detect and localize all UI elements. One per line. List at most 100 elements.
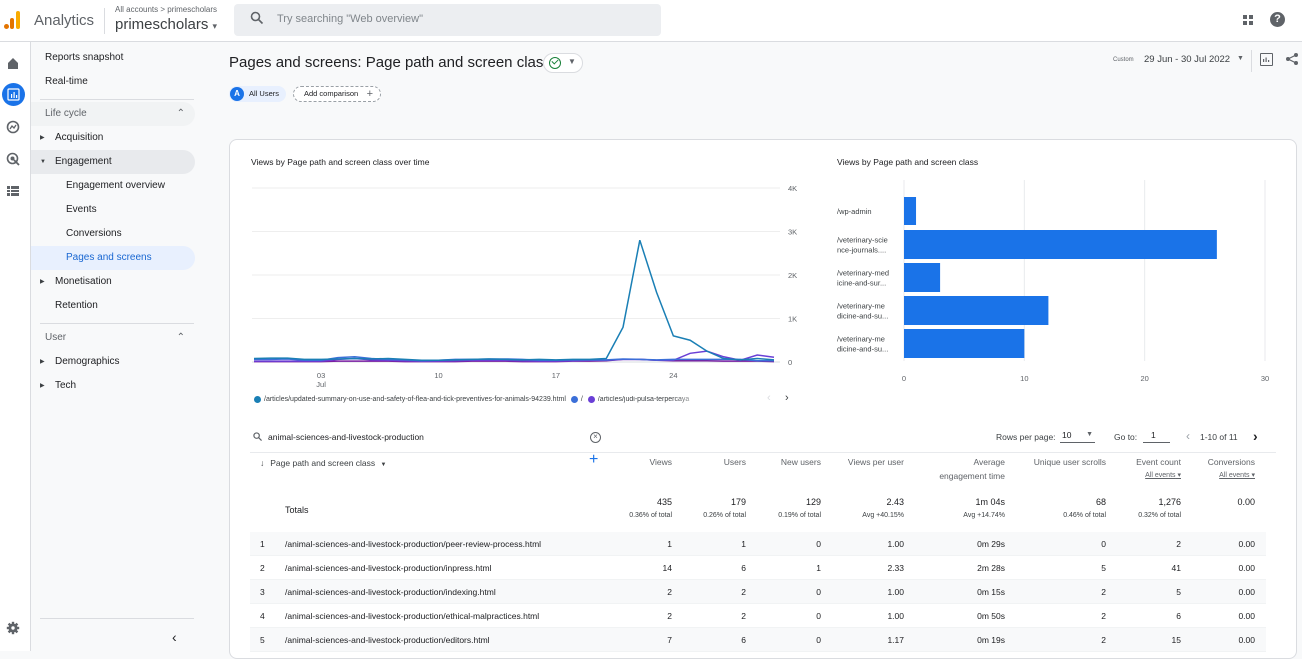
table-row[interactable]: 5/animal-sciences-and-livestock-producti… (250, 628, 1266, 652)
dimension-header[interactable]: ↓ Page path and screen class ▼ (260, 458, 386, 468)
advertising-icon[interactable] (6, 152, 20, 166)
nav-reports-snapshot[interactable]: Reports snapshot (31, 46, 195, 70)
bar[interactable] (904, 296, 1049, 325)
nav-monetisation[interactable]: ▶ Monetisation (31, 270, 195, 294)
add-dimension-button[interactable]: + (589, 451, 598, 469)
segment-label: All Users (249, 89, 280, 98)
reports-icon[interactable] (2, 83, 25, 106)
metric-cell: 2 (1176, 539, 1181, 549)
page-path-cell[interactable]: /animal-sciences-and-livestock-productio… (285, 604, 539, 628)
nav-retention[interactable]: Retention (31, 294, 195, 318)
column-header[interactable]: Views per user (848, 455, 904, 469)
collapse-nav-button[interactable]: ‹ (172, 629, 177, 645)
total-value: 2.43 (886, 497, 904, 507)
plus-icon: + (366, 88, 373, 100)
nav-acquisition[interactable]: ▶ Acquisition (31, 126, 195, 150)
settings-icon[interactable] (6, 621, 20, 635)
page-title: Pages and screens: Page path and screen … (229, 54, 551, 71)
chevron-down-icon[interactable]: ▼ (1237, 55, 1244, 62)
nav-tech[interactable]: ▶ Tech (31, 374, 195, 398)
segment-chip[interactable]: A All Users (229, 86, 287, 102)
nav-conversions[interactable]: Conversions (31, 222, 195, 246)
metric-cell: 0 (816, 611, 821, 621)
metric-cell: 0 (1101, 539, 1106, 549)
section-label: Life cycle (45, 108, 87, 119)
add-comparison-button[interactable]: Add comparison + (293, 86, 381, 102)
series-line-0[interactable] (253, 239, 775, 362)
bar[interactable] (904, 329, 1025, 358)
column-header[interactable]: New users (781, 455, 821, 469)
column-header[interactable]: Views (649, 455, 672, 469)
totals-label: Totals (285, 505, 309, 515)
table-search-input[interactable]: animal-sciences-and-livestock-production (268, 432, 424, 442)
bar[interactable] (904, 197, 917, 225)
configure-icon[interactable] (6, 184, 20, 198)
account-picker[interactable]: primescholars ▾ (115, 16, 217, 33)
nav-engagement-overview[interactable]: Engagement overview (31, 174, 195, 198)
legend-item[interactable]: /articles/updated-summary-on-use-and-saf… (254, 396, 566, 403)
x-tick-label: 10 (1020, 374, 1028, 383)
nav-demographics[interactable]: ▶ Demographics (31, 350, 195, 374)
date-range-picker[interactable]: 29 Jun - 30 Jul 2022 (1144, 54, 1230, 65)
column-header[interactable]: Unique user scrolls (1034, 455, 1106, 469)
nav-section-user[interactable]: User ⌃ (31, 326, 195, 350)
analytics-logo-icon[interactable] (4, 11, 22, 29)
nav-engagement[interactable]: ▼ Engagement (31, 150, 195, 174)
column-header-label: Users (723, 457, 746, 467)
help-icon[interactable]: ? (1270, 12, 1285, 27)
category-label: /veterinary-scie (837, 236, 888, 245)
explore-icon[interactable] (6, 120, 20, 134)
event-filter-label: All events (1145, 472, 1176, 479)
nav-real-time[interactable]: Real-time (31, 70, 195, 94)
legend-prev-button[interactable]: ‹ (767, 392, 771, 404)
page-path-cell[interactable]: /animal-sciences-and-livestock-productio… (285, 580, 496, 604)
event-filter-dropdown[interactable]: All events ▾ (1208, 469, 1255, 483)
account-breadcrumb[interactable]: All accounts > primescholars (115, 5, 217, 14)
legend-item[interactable]: /articles/judi-pulsa-terpercaya (587, 396, 706, 403)
report-status-button[interactable]: ▼ (543, 53, 583, 73)
nav-events[interactable]: Events (31, 198, 195, 222)
prev-page-button[interactable]: ‹ (1186, 429, 1190, 443)
bar[interactable] (904, 263, 941, 292)
column-header-label: Unique user scrolls (1033, 457, 1106, 467)
page-path-cell[interactable]: /animal-sciences-and-livestock-productio… (285, 556, 491, 580)
category-label: /veterinary-med (837, 269, 889, 278)
share-icon[interactable] (1285, 52, 1299, 66)
metric-cell: 6 (741, 635, 746, 645)
legend-next-button[interactable]: › (785, 392, 789, 404)
page-path-cell[interactable]: /animal-sciences-and-livestock-productio… (285, 532, 541, 556)
column-header[interactable]: Conversions All events ▾ (1208, 455, 1255, 483)
table-row[interactable]: 1/animal-sciences-and-livestock-producti… (250, 532, 1266, 556)
clear-search-icon[interactable]: × (590, 432, 601, 443)
apps-icon[interactable] (1243, 15, 1253, 25)
total-cell: 1,276 0.32% of total (1138, 497, 1181, 519)
table-row[interactable]: 3/animal-sciences-and-livestock-producti… (250, 580, 1266, 604)
legend-item[interactable]: / (570, 396, 583, 403)
column-header-label: Conversions (1207, 457, 1255, 467)
event-filter-dropdown[interactable]: All events ▾ (1136, 469, 1181, 483)
rows-per-page-select[interactable]: 10 ▼ (1060, 430, 1095, 443)
page-path-cell[interactable]: /animal-sciences-and-livestock-productio… (285, 628, 490, 652)
search-bar[interactable]: Try searching "Web overview" (234, 4, 661, 36)
metric-cell: 2 (1101, 635, 1106, 645)
nav-label: Pages and screens (66, 252, 152, 263)
y-tick-label: 0 (788, 358, 792, 367)
table-row[interactable]: 2/animal-sciences-and-livestock-producti… (250, 556, 1266, 580)
goto-input[interactable]: 1 (1143, 430, 1170, 443)
nav-section-lifecycle[interactable]: Life cycle ⌃ (31, 102, 195, 126)
legend-label: / (580, 396, 583, 403)
home-icon[interactable] (6, 56, 20, 70)
legend-dot-icon (587, 396, 595, 403)
nav-pages-and-screens[interactable]: Pages and screens (31, 246, 195, 270)
left-rail (0, 42, 31, 651)
table-row[interactable]: 4/animal-sciences-and-livestock-producti… (250, 604, 1266, 628)
row-number: 3 (260, 587, 265, 597)
bar[interactable] (904, 230, 1217, 259)
search-input[interactable]: Try searching "Web overview" (277, 13, 423, 25)
metric-cell: 1.00 (887, 611, 904, 621)
column-header[interactable]: Event count All events ▾ (1136, 455, 1181, 483)
column-header[interactable]: Average engagement time (939, 455, 1005, 483)
column-header[interactable]: Users (724, 455, 746, 469)
next-page-button[interactable]: › (1253, 428, 1258, 444)
customize-report-icon[interactable] (1260, 53, 1273, 66)
